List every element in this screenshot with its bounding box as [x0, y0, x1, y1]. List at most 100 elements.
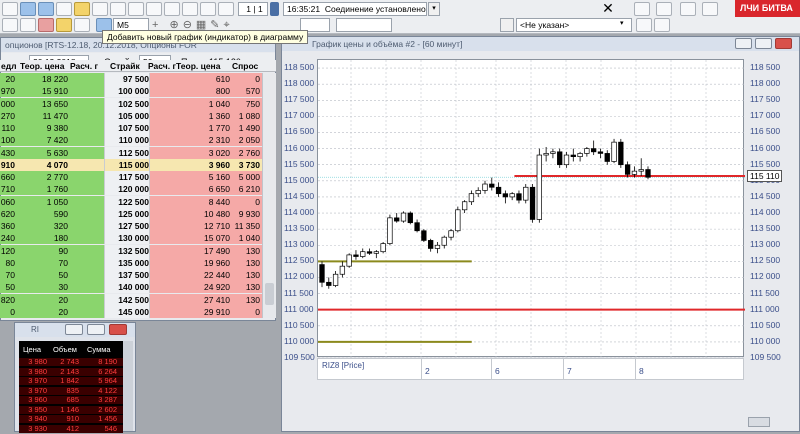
table-cell: 060 [0, 196, 15, 208]
ruler-icon[interactable] [200, 2, 216, 16]
right-axis-tick: 111 500 [750, 288, 779, 298]
table-row[interactable]: 2018 22097 5006100 [0, 73, 262, 85]
save-icon[interactable] [2, 18, 18, 32]
table-row[interactable]: 240180130 00015 0701 040 [0, 232, 262, 244]
table-row[interactable]: 4305 630112 5003 0202 760 [0, 147, 262, 159]
refresh-icon[interactable] [74, 18, 90, 32]
close-icon[interactable] [775, 38, 792, 49]
table-row[interactable]: 0601 050122 5008 4400 [0, 196, 262, 208]
exit-icon[interactable] [702, 2, 718, 16]
candle-body [388, 218, 393, 244]
right-axis-tick: 116 000 [750, 143, 780, 153]
table-row[interactable]: 8070135 00019 960130 [0, 257, 262, 269]
col-header[interactable]: Теор. цена [20, 60, 64, 72]
account-chevron-icon[interactable]: ▾ [620, 19, 624, 27]
candlestick-svg[interactable] [318, 60, 745, 358]
account-icon[interactable] [500, 18, 514, 32]
account-select[interactable]: <Не указан> [516, 18, 632, 32]
clock-time: 16:35:21 [287, 4, 320, 14]
candle-body [557, 152, 562, 165]
cursor-icon[interactable] [128, 2, 144, 16]
table-row[interactable]: 00013 650102 5001 040750 [0, 98, 262, 110]
left-axis-tick: 112 000 [284, 271, 314, 281]
table-row[interactable]: 27011 470105 0001 3601 080 [0, 110, 262, 122]
candle-body [632, 171, 637, 174]
new-window-icon[interactable] [2, 2, 18, 16]
minimize-icon[interactable] [65, 324, 83, 335]
candle-body [591, 149, 596, 152]
folder-icon[interactable] [56, 18, 72, 32]
candle-body [333, 274, 338, 285]
time-axis: RIZ8 [Price] [317, 358, 744, 380]
portfolio-icon[interactable] [74, 2, 90, 16]
text-icon[interactable] [110, 2, 126, 16]
left-axis-tick: 112 500 [284, 255, 314, 265]
close-icon[interactable] [109, 324, 127, 335]
close-icon[interactable]: ✕ [600, 1, 616, 16]
col-header[interactable]: Теор. цена [176, 60, 220, 72]
table-cell: 100 000 [104, 85, 149, 97]
table-row[interactable]: 82020142 50027 410130 [0, 294, 262, 306]
table-row[interactable]: 9104 070115 0003 9603 730 [0, 159, 262, 171]
table-row[interactable]: 5030140 00024 920130 [0, 281, 262, 293]
table-cell: 127 500 [104, 220, 149, 232]
chevron-down-icon[interactable]: ▾ [428, 2, 440, 16]
maximize-icon[interactable] [87, 324, 105, 335]
settings-icon[interactable] [680, 2, 696, 16]
table-cell: 11 470 [18, 110, 68, 122]
col-header[interactable]: Расч. г [70, 60, 98, 72]
scroll-thumb[interactable] [265, 283, 274, 305]
filter-icon[interactable] [636, 18, 652, 32]
table-icon[interactable] [20, 2, 36, 16]
table-row[interactable]: 6602 770117 5005 1605 000 [0, 171, 262, 183]
col-header[interactable]: Расч. г [148, 60, 176, 72]
trend-line-icon[interactable] [146, 2, 162, 16]
logo-main: ЛЧИ [740, 3, 759, 13]
col-header[interactable]: Спрос [232, 60, 258, 72]
table-row[interactable]: 020145 00029 9100 [0, 306, 262, 318]
print-icon[interactable] [92, 2, 108, 16]
maximize-icon[interactable] [755, 38, 772, 49]
sound-icon[interactable] [656, 2, 672, 16]
minimize-icon[interactable] [735, 38, 752, 49]
table-row[interactable]: 1007 420110 0002 3102 050 [0, 134, 262, 146]
table-row[interactable]: 97015 910100 000800570 [0, 85, 262, 97]
mini-scrollbar[interactable] [123, 341, 133, 431]
table-row[interactable]: 620590125 00010 4809 930 [0, 208, 262, 220]
open-icon[interactable] [20, 18, 36, 32]
table-cell: 80 [0, 257, 15, 269]
col-header[interactable]: Страйк [110, 60, 140, 72]
candle-body [564, 155, 569, 165]
chat-icon[interactable] [634, 2, 650, 16]
right-axis-tick: 116 500 [750, 126, 780, 136]
help-icon[interactable] [654, 18, 670, 32]
alert-icon[interactable] [38, 18, 54, 32]
pan-icon[interactable] [164, 2, 180, 16]
table-row[interactable]: 12090132 50017 490130 [0, 245, 262, 257]
table-cell: 130 000 [104, 232, 149, 244]
time-axis-tick: 8 [639, 366, 644, 376]
order-book-icon[interactable] [38, 2, 54, 16]
lock-icon[interactable] [218, 2, 234, 16]
info-icon[interactable] [270, 2, 279, 16]
table-cell: 7 420 [18, 134, 68, 146]
table-cell: 110 [0, 122, 15, 134]
scroll-left-icon[interactable] [748, 417, 770, 427]
time-axis-divider [421, 359, 422, 379]
table-row[interactable]: 7050137 50022 440130 [0, 269, 262, 281]
mini-row[interactable]: 3 930412546 [19, 424, 123, 434]
marker-icon[interactable] [182, 2, 198, 16]
table-cell: 430 [0, 147, 15, 159]
table-row[interactable]: 360320127 50012 71011 350 [0, 220, 262, 232]
table-row[interactable]: 7101 760120 0006 6506 210 [0, 183, 262, 195]
col-header[interactable]: едл [1, 60, 17, 72]
chart-icon[interactable] [56, 2, 72, 16]
table-cell: 100 [0, 134, 15, 146]
table-row[interactable]: 1109 380107 5001 7701 490 [0, 122, 262, 134]
right-axis-tick: 112 500 [750, 255, 780, 265]
table-cell: 17 490 [180, 245, 230, 257]
search-input[interactable] [336, 18, 392, 32]
price-chart-plot[interactable] [317, 59, 744, 357]
candle-body [503, 194, 508, 197]
board-scrollbar[interactable] [262, 73, 276, 318]
